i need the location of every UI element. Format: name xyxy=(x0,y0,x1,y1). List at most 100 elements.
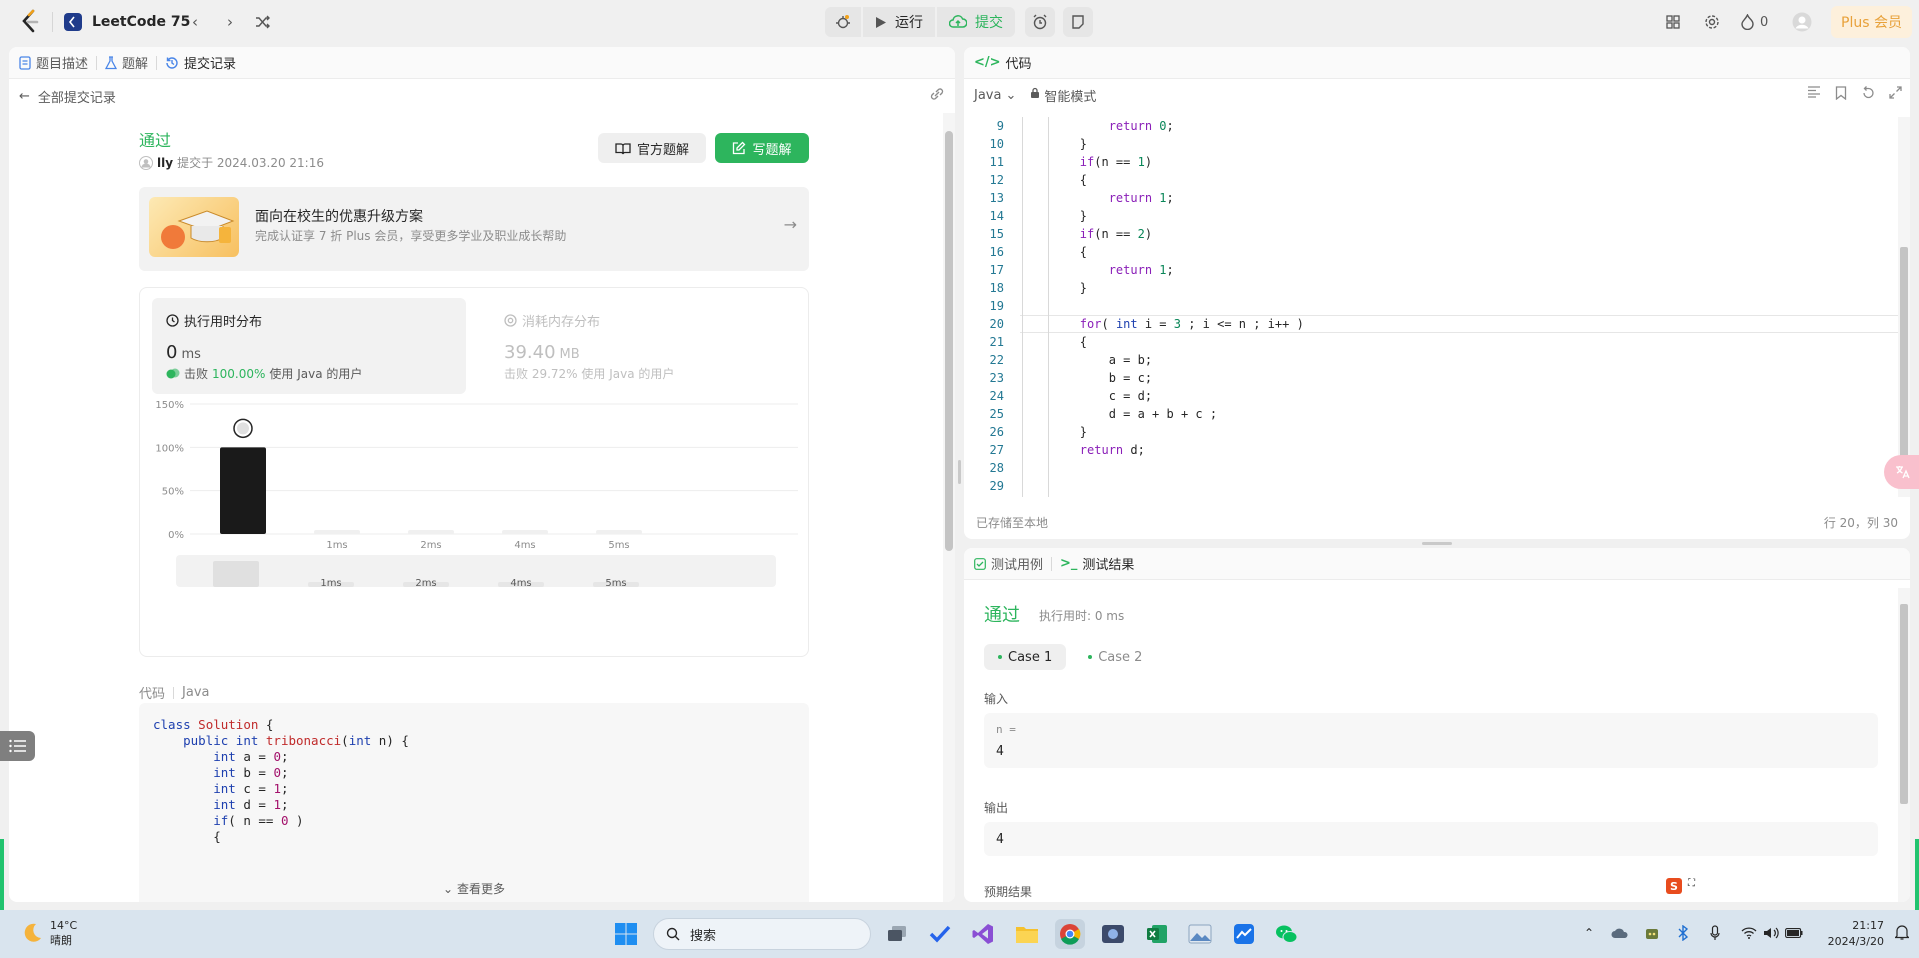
tab-submissions[interactable]: 提交记录 xyxy=(165,53,236,72)
gear-icon[interactable] xyxy=(1702,12,1722,32)
tab-test-result[interactable]: >_ 测试结果 xyxy=(1060,554,1134,573)
problem-list-title[interactable]: LeetCode 75 xyxy=(92,14,190,30)
code-line: return d; xyxy=(1079,443,1145,457)
feishu-icon[interactable] xyxy=(1229,919,1259,949)
search-icon xyxy=(666,927,680,941)
wechat-icon[interactable] xyxy=(1272,919,1302,949)
plus-membership-button[interactable]: Plus 会员 xyxy=(1831,6,1912,38)
case-tab-1[interactable]: Case 1 xyxy=(984,644,1067,670)
submit-button[interactable]: 提交 xyxy=(937,7,1015,37)
reset-icon[interactable] xyxy=(1861,86,1875,104)
chart-bar xyxy=(502,530,548,534)
list-toggle-button[interactable] xyxy=(0,731,35,761)
tab-description[interactable]: 题目描述 xyxy=(19,53,88,72)
official-solution-button[interactable]: 官方题解 xyxy=(598,133,706,163)
output-box[interactable]: 4 xyxy=(984,822,1878,856)
case-tab-2[interactable]: Case 2 xyxy=(1074,644,1156,670)
wifi-icon[interactable] xyxy=(1740,924,1758,942)
battery-icon[interactable] xyxy=(1785,924,1803,942)
test-scrollbar[interactable] xyxy=(1898,588,1910,902)
language-select[interactable]: Java ⌄ xyxy=(974,88,1016,103)
smart-mode-toggle[interactable]: 智能模式 xyxy=(1030,86,1096,105)
pass-dot xyxy=(998,655,1002,659)
scrollbar-thumb[interactable] xyxy=(1900,604,1908,804)
format-icon[interactable] xyxy=(1807,86,1821,104)
layout-icon[interactable] xyxy=(1663,12,1683,32)
see-more-button[interactable]: ⌄ 查看更多 xyxy=(139,876,809,902)
tab-solutions[interactable]: 题解 xyxy=(105,53,148,72)
problem-list-icon[interactable] xyxy=(64,13,82,31)
leetcode-logo[interactable] xyxy=(19,9,41,35)
chevron-left-icon[interactable]: ‹ xyxy=(185,12,205,32)
x-tick-label: 5ms xyxy=(608,540,629,551)
app-tray-icon[interactable] xyxy=(1643,924,1661,942)
tab-code[interactable]: </> 代码 xyxy=(974,53,1032,72)
editor-code[interactable]: return 0; } if(n == 1) { return 1; } if(… xyxy=(1022,117,1304,495)
submitted-code[interactable]: class Solution { public int tribonacci(i… xyxy=(139,703,809,902)
editor-scrollbar[interactable] xyxy=(1898,117,1910,497)
task-view-icon[interactable] xyxy=(882,919,912,949)
flame-icon xyxy=(1741,14,1754,30)
test-status: 通过 xyxy=(984,605,1020,626)
bluetooth-icon[interactable] xyxy=(1674,924,1692,942)
ime-logo-icon[interactable]: S xyxy=(1666,878,1682,894)
panel-resize-handle[interactable] xyxy=(958,460,961,484)
input-box[interactable]: n = 4 xyxy=(984,713,1878,768)
notes-button[interactable] xyxy=(1063,7,1093,37)
file-explorer-icon[interactable] xyxy=(1012,919,1042,949)
line-number: 27 xyxy=(989,443,1004,457)
panel-resize-handle[interactable] xyxy=(1422,542,1452,545)
screen-capture-icon[interactable]: ⛶ xyxy=(1688,878,1700,894)
tab-testcases-label: 测试用例 xyxy=(991,558,1044,573)
system-clock[interactable]: 21:17 2024/3/20 xyxy=(1814,918,1884,950)
windows-start-icon[interactable] xyxy=(614,922,638,946)
memory-stat-card[interactable]: 消耗内存分布 39.40 MB 击败 29.72% 使用 Java 的用户 xyxy=(490,298,790,394)
code-line: c = d; xyxy=(1022,389,1153,403)
visual-studio-icon[interactable] xyxy=(968,919,998,949)
microphone-icon[interactable] xyxy=(1706,924,1724,942)
shuffle-icon[interactable] xyxy=(253,12,273,32)
code-line: if(n == 1) xyxy=(1079,155,1153,169)
runtime-beat-suffix: 使用 Java 的用户 xyxy=(269,367,363,381)
flask-icon xyxy=(105,55,118,69)
translate-float-icon[interactable] xyxy=(1884,455,1919,489)
run-button[interactable]: 运行 xyxy=(863,7,935,37)
scrollbar-thumb[interactable] xyxy=(1900,247,1908,467)
link-icon[interactable] xyxy=(929,87,945,105)
runtime-distribution-chart[interactable]: 150% 100% 50% 0% 1ms 2ms 4ms 5ms 1ms 2ms 4ms 5ms xyxy=(140,396,808,656)
editor-body[interactable]: 9 10 11 12 13 14 15 16 17 18 19 20 21 22 23 24 25 26 27 28 2… xyxy=(964,117,1910,497)
chevron-up-icon[interactable]: ⌃ xyxy=(1580,924,1598,942)
test-tabs: 测试用例 >_ 测试结果 xyxy=(964,548,1910,580)
todo-app-icon[interactable] xyxy=(925,919,955,949)
memory-value: 39.40 xyxy=(504,342,556,363)
chevron-right-icon[interactable]: › xyxy=(220,12,240,32)
editor-header: </> 代码 xyxy=(964,47,1910,79)
chrome-icon[interactable] xyxy=(1055,919,1085,949)
avatar[interactable] xyxy=(1792,12,1812,32)
back-to-submissions[interactable]: ← 全部提交记录 xyxy=(9,79,955,113)
student-promo-banner[interactable]: 面向在校生的优惠升级方案 完成认证享 7 折 Plus 会员，享受更多学业及职业… xyxy=(139,187,809,271)
scrollbar-thumb[interactable] xyxy=(945,131,953,551)
weather-widget[interactable]: 14°C 晴朗 xyxy=(20,918,77,948)
notification-bell-icon[interactable] xyxy=(1893,923,1911,941)
debug-button[interactable] xyxy=(825,7,861,37)
code-line: for( int i = 3 ; i <= n ; i++ ) xyxy=(1079,317,1304,331)
runtime-stat-card[interactable]: 执行用时分布 0 ms 击败 100.00% 使用 Java 的用户 xyxy=(152,298,466,394)
range-selection xyxy=(213,561,259,587)
excel-icon[interactable] xyxy=(1142,919,1172,949)
onedrive-icon[interactable] xyxy=(1611,924,1629,942)
write-solution-button[interactable]: 写题解 xyxy=(715,133,809,163)
bookmark-icon[interactable] xyxy=(1835,86,1847,104)
speaker-icon[interactable] xyxy=(1762,924,1780,942)
timer-button[interactable] xyxy=(1025,7,1055,37)
streak-counter[interactable]: 0 xyxy=(1741,12,1781,32)
submitter-name[interactable]: lly xyxy=(157,156,173,170)
game-app-icon[interactable] xyxy=(1098,919,1128,949)
left-scrollbar[interactable] xyxy=(943,113,955,902)
image-viewer-icon[interactable] xyxy=(1185,919,1215,949)
taskbar-search[interactable]: 搜索 xyxy=(653,918,871,950)
fullscreen-icon[interactable] xyxy=(1889,86,1902,104)
code-line: } xyxy=(1022,281,1088,295)
navigator-tick-label: 2ms xyxy=(415,578,436,589)
tab-testcases[interactable]: 测试用例 xyxy=(974,554,1043,573)
